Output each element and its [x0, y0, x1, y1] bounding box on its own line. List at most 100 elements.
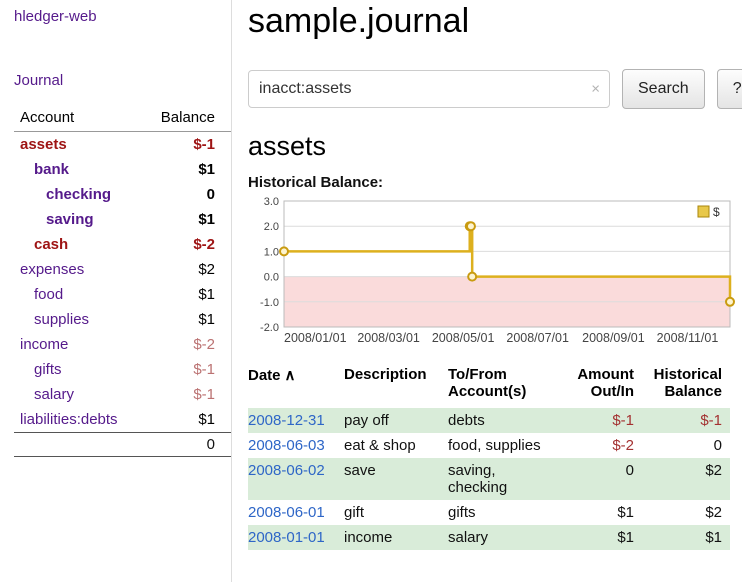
transaction-balance: 0 [642, 433, 730, 458]
account-balance-liabilities-debts: $1 [139, 407, 231, 433]
sidebar-item-journal[interactable]: Journal [14, 72, 231, 89]
account-row-assets: assets $-1 [14, 132, 231, 158]
search-input[interactable] [248, 70, 610, 108]
account-row-saving: saving $1 [14, 207, 231, 232]
account-row-checking: checking 0 [14, 182, 231, 207]
search-button[interactable]: Search [622, 69, 705, 109]
account-balance-salary: $-1 [139, 382, 231, 407]
register-table: Date∧ Description To/From Account(s) Amo… [248, 364, 730, 550]
account-link-checking[interactable]: checking [46, 186, 111, 203]
svg-text:0.0: 0.0 [264, 272, 279, 284]
app-title-link[interactable]: hledger-web [14, 8, 97, 25]
account-heading: assets [248, 131, 742, 162]
svg-text:2008/11/01: 2008/11/01 [657, 331, 719, 345]
account-row-gifts: gifts $-1 [14, 357, 231, 382]
account-row-expenses: expenses $2 [14, 257, 231, 282]
account-link-assets[interactable]: assets [20, 136, 67, 153]
page-title: sample.journal [248, 2, 742, 41]
transaction-description: gift [344, 500, 448, 525]
transaction-amount: $1 [562, 525, 642, 550]
column-header-balance: Historical Balance [642, 364, 730, 408]
account-row-liabilities-debts: liabilities:debts $1 [14, 407, 231, 433]
account-balance-saving: $1 [139, 207, 231, 232]
account-link-supplies[interactable]: supplies [34, 311, 89, 328]
transaction-description: eat & shop [344, 433, 448, 458]
transaction-date-link[interactable]: 2008-12-31 [248, 412, 325, 429]
column-header-date[interactable]: Date∧ [248, 364, 344, 408]
svg-text:2008/09/01: 2008/09/01 [582, 331, 645, 345]
svg-text:-1.0: -1.0 [260, 297, 279, 309]
account-balance-checking: 0 [139, 182, 231, 207]
svg-text:-2.0: -2.0 [260, 322, 279, 334]
transaction-accounts: debts [448, 408, 562, 433]
transaction-date-link[interactable]: 2008-06-02 [248, 462, 325, 479]
transaction-date-link[interactable]: 2008-01-01 [248, 529, 325, 546]
account-balance-bank: $1 [139, 157, 231, 182]
transaction-amount: $-1 [562, 408, 642, 433]
account-balance-assets: $-1 [139, 132, 231, 158]
register-row: 2008-06-03 eat & shop food, supplies $-2… [248, 433, 730, 458]
svg-text:$: $ [713, 205, 720, 219]
transaction-accounts: gifts [448, 500, 562, 525]
accounts-total-value: 0 [139, 433, 231, 457]
register-row: 2008-12-31 pay off debts $-1 $-1 [248, 408, 730, 433]
sort-ascending-icon: ∧ [285, 367, 296, 384]
account-link-salary[interactable]: salary [34, 386, 74, 403]
account-balance-gifts: $-1 [139, 357, 231, 382]
account-balance-income: $-2 [139, 332, 231, 357]
column-header-amount: Amount Out/In [562, 364, 642, 408]
register-row: 2008-06-01 gift gifts $1 $2 [248, 500, 730, 525]
transaction-description: income [344, 525, 448, 550]
svg-text:2.0: 2.0 [264, 221, 279, 233]
account-link-expenses[interactable]: expenses [20, 261, 84, 278]
transaction-accounts: salary [448, 525, 562, 550]
column-header-accounts: To/From Account(s) [448, 364, 562, 408]
account-link-liabilities-debts[interactable]: liabilities:debts [20, 411, 118, 428]
account-link-income[interactable]: income [20, 336, 68, 353]
account-balance-expenses: $2 [139, 257, 231, 282]
register-row: 2008-06-02 save saving, checking 0 $2 [248, 458, 730, 500]
account-row-salary: salary $-1 [14, 382, 231, 407]
transaction-amount: $-2 [562, 433, 642, 458]
svg-text:2008/05/01: 2008/05/01 [432, 331, 495, 345]
register-row: 2008-01-01 income salary $1 $1 [248, 525, 730, 550]
accounts-table: Account Balance assets $-1 bank $1 check… [14, 105, 231, 457]
account-link-food[interactable]: food [34, 286, 63, 303]
transaction-accounts: food, supplies [448, 433, 562, 458]
transaction-date-link[interactable]: 2008-06-03 [248, 437, 325, 454]
account-balance-cash: $-2 [139, 232, 231, 257]
accounts-total-row: 0 [14, 433, 231, 457]
transaction-amount: $1 [562, 500, 642, 525]
svg-text:2008/07/01: 2008/07/01 [506, 331, 569, 345]
help-button[interactable]: ? [717, 69, 742, 109]
register-header-row: Date∧ Description To/From Account(s) Amo… [248, 364, 730, 408]
clear-search-icon[interactable]: × [591, 82, 600, 97]
account-balance-food: $1 [139, 282, 231, 307]
transaction-description: pay off [344, 408, 448, 433]
account-balance-supplies: $1 [139, 307, 231, 332]
account-link-cash[interactable]: cash [34, 236, 68, 253]
account-row-food: food $1 [14, 282, 231, 307]
svg-text:1.0: 1.0 [264, 246, 279, 258]
account-row-bank: bank $1 [14, 157, 231, 182]
transaction-description: save [344, 458, 448, 500]
account-row-supplies: supplies $1 [14, 307, 231, 332]
account-link-saving[interactable]: saving [46, 211, 94, 228]
accounts-header-account: Account [14, 105, 139, 132]
transaction-accounts: saving, checking [448, 458, 562, 500]
account-link-gifts[interactable]: gifts [34, 361, 62, 378]
sidebar: hledger-web Journal Account Balance asse… [0, 0, 232, 582]
svg-text:3.0: 3.0 [264, 196, 279, 208]
accounts-header-balance: Balance [139, 105, 231, 132]
account-link-bank[interactable]: bank [34, 161, 69, 178]
accounts-table-header: Account Balance [14, 105, 231, 132]
transaction-balance: $2 [642, 500, 730, 525]
svg-text:2008/03/01: 2008/03/01 [357, 331, 420, 345]
chart-title: Historical Balance: [248, 174, 742, 191]
historical-balance-chart: 3.02.01.00.0-1.0-2.02008/01/012008/03/01… [248, 195, 738, 347]
transaction-date-link[interactable]: 2008-06-01 [248, 504, 325, 521]
column-header-description: Description [344, 364, 448, 408]
transaction-amount: 0 [562, 458, 642, 500]
main-content: sample.journal × Search ? assets Histori… [232, 0, 742, 582]
account-row-income: income $-2 [14, 332, 231, 357]
